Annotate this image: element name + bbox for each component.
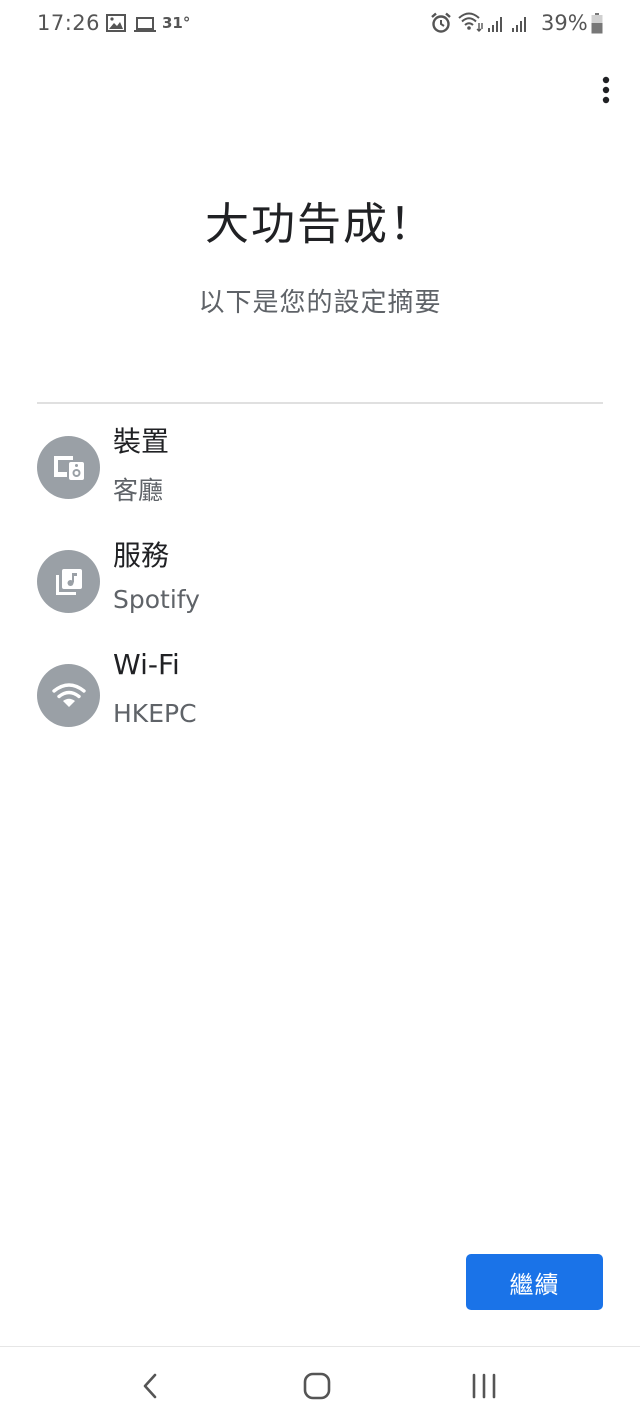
signal-icon [511, 14, 529, 38]
page-subtitle: 以下是您的設定摘要 [198, 288, 442, 318]
summary-item-label: 服務 [113, 539, 170, 572]
battery-icon [591, 13, 603, 39]
recents-icon[interactable] [464, 1369, 504, 1403]
wifi-icon [37, 664, 100, 727]
summary-item-label: 裝置 [113, 425, 170, 458]
screen: 17:26 31° 39% 大功告成！ 以下是您的設定摘要 裝置 客廳 服務 S… [0, 0, 640, 1422]
summary-item-device: 裝置 客廳 [37, 425, 603, 528]
summary-item-service: 服務 Spotify [37, 539, 603, 642]
summary-item-value: HKEPC [113, 699, 197, 728]
summary-item-value: 客廳 [113, 476, 164, 505]
laptop-icon [134, 14, 156, 38]
gallery-icon [106, 13, 126, 37]
temperature: 31° [162, 14, 191, 32]
summary-item-value: Spotify [113, 585, 200, 614]
summary-item-wifi: Wi-Fi HKEPC [37, 648, 603, 756]
signal-icon [487, 14, 505, 38]
music-library-icon [37, 550, 100, 613]
summary-item-label: Wi-Fi [113, 648, 180, 681]
status-bar: 17:26 31° 39% [0, 0, 640, 50]
speaker-device-icon [37, 436, 100, 499]
divider [37, 402, 603, 404]
alarm-icon [430, 12, 452, 39]
system-nav-bar [0, 1346, 640, 1422]
battery-percent: 39% [541, 11, 588, 35]
status-time: 17:26 [37, 11, 101, 35]
page-title: 大功告成！ [205, 199, 435, 250]
continue-button[interactable]: 繼續 [466, 1254, 603, 1310]
more-vert-icon[interactable] [590, 72, 622, 108]
back-icon[interactable] [130, 1369, 170, 1403]
home-icon[interactable] [297, 1369, 337, 1403]
wifi-status-icon [458, 12, 484, 37]
